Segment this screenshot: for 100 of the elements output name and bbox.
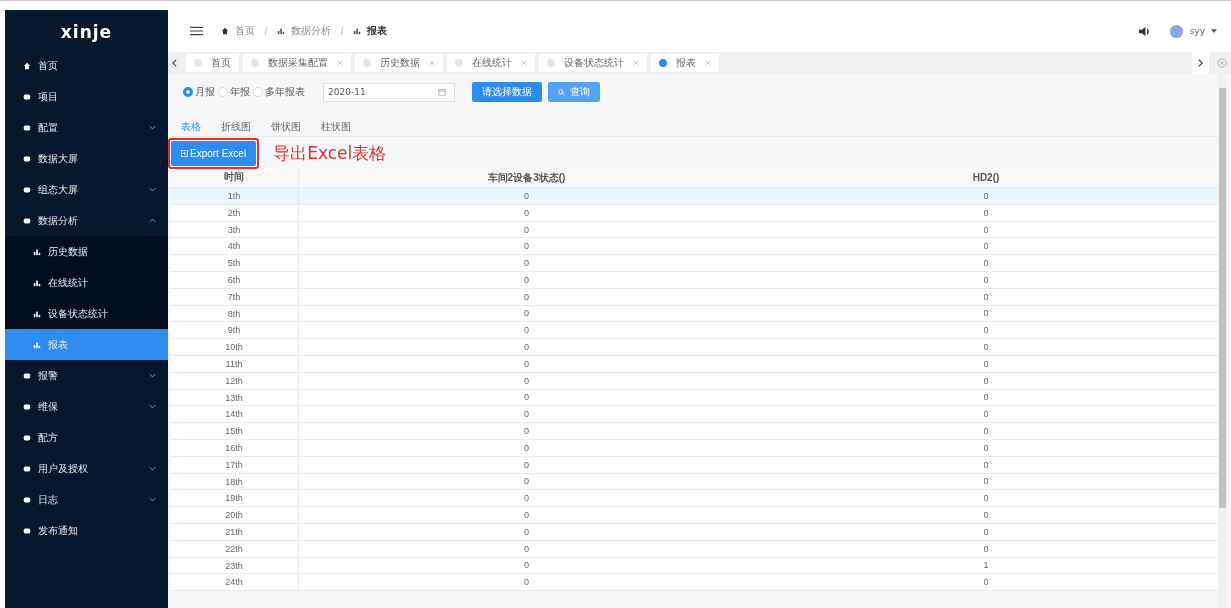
close-icon[interactable] [337,60,343,66]
page-tab[interactable]: 历史数据 [355,54,443,72]
close-icon[interactable] [705,60,711,66]
table-cell-text: 0 [523,559,530,573]
radio-option[interactable]: 月报 [183,85,215,99]
table-cell: 22th [170,540,299,557]
table-cell-text: 0 [523,290,530,304]
menu-item[interactable]: 配置 [5,112,168,143]
table-cell-text: 0 [982,341,990,355]
table-cell-text: 0 [523,391,530,405]
separator-icon [264,26,268,36]
table-cell-text: 1 [982,559,990,573]
column-header: 车间2设备3状态() [486,171,567,185]
table-cell-text: 0 [523,374,530,388]
column-header: HD2() [971,171,1001,185]
table-cell: 13th [170,389,299,406]
radio-option[interactable]: 多年报表 [253,85,305,99]
table-cell-text: 0 [982,290,990,304]
user-name[interactable]: syy [1189,26,1205,36]
close-icon[interactable] [633,60,639,66]
menu-item[interactable]: 发布通知 [5,515,168,546]
avatar-icon[interactable] [1168,23,1184,39]
annotation-text: 导出Excel表格 [273,141,387,165]
breadcrumb-item: 报表 [367,24,387,38]
table-cell-text: 0 [982,391,990,405]
table-cell: 11th [170,355,299,372]
page-tab[interactable]: 报表 [651,54,719,72]
speaker-icon[interactable] [1137,25,1151,37]
page-tab[interactable]: 数据采集配置 [243,54,351,72]
table-cell-text: 0 [523,307,530,321]
table-cell-text: 0 [523,492,530,506]
page-tab[interactable]: 设备状态统计 [539,54,647,72]
table-cell-text: 0 [523,458,530,472]
logo-text: xinje [60,21,113,44]
close-icon[interactable] [521,60,527,66]
menu-item[interactable]: 首页 [5,50,168,81]
page-tab[interactable]: 首页 [186,54,239,72]
table-cell: 8th [170,305,299,322]
table-cell-text: 0 [523,324,530,338]
home-icon [221,27,229,35]
table-cell-text: 0 [982,492,990,506]
table-cell-text: 0 [523,425,530,439]
scrollbar[interactable] [1218,74,1227,608]
table-cell-text: 0 [982,240,990,254]
radio-option[interactable]: 年报 [218,85,250,99]
table-cell: 1th [170,188,299,204]
separator-icon [340,26,344,36]
view-tab[interactable]: 饼状图 [271,120,301,136]
breadcrumb-item[interactable]: 首页 [235,24,255,38]
table-cell-text: 0 [523,357,530,371]
view-tab[interactable]: 折线图 [221,120,251,136]
close-icon[interactable] [429,60,435,66]
table-cell-text: 0 [523,341,530,355]
date-field[interactable]: 2020-11 [323,82,455,102]
table-cell: 15th [170,423,299,439]
menu-item[interactable]: 报警 [5,360,168,391]
table-cell: 10th [170,339,299,355]
table-cell: 12th [170,372,299,389]
menu-icon[interactable] [190,26,203,36]
menu-item[interactable]: 用户及授权 [5,453,168,484]
table-cell-text: 0 [982,307,990,321]
table-cell-text: 0 [982,509,990,523]
table-cell-text: 0 [523,257,530,271]
column-header: 时间 [170,169,299,187]
table-cell-text: 0 [982,458,990,472]
page-tab[interactable]: 在线统计 [447,54,535,72]
table-cell-text: 0 [523,189,530,203]
table-cell-text: 0 [982,475,990,489]
menu-item[interactable]: 数据分析 [5,205,168,236]
calendar-icon [438,88,446,96]
menu-item[interactable]: 组态大屏 [5,174,168,205]
menu-item[interactable]: 配方 [5,422,168,453]
breadcrumb-item[interactable]: 数据分析 [291,24,331,38]
menu-item[interactable]: 日志 [5,484,168,515]
table-cell-text: 0 [523,576,530,590]
table-cell: 4th [170,238,299,255]
view-tab[interactable]: 柱状图 [321,120,351,136]
menu-item[interactable]: 维保 [5,391,168,422]
menu-item[interactable]: 项目 [5,81,168,112]
table-cell: 19th [170,490,299,507]
table-cell-text: 0 [982,425,990,439]
table-cell-text: 0 [982,542,990,556]
table-cell-text: 0 [982,223,990,237]
scroll-right-icon[interactable] [1192,52,1209,74]
table-cell-text: 0 [523,475,530,489]
scroll-left-icon[interactable] [172,59,177,67]
submenu-item[interactable]: 在线统计 [5,267,168,298]
table-cell-text: 0 [982,324,990,338]
table-cell-text: 0 [523,509,530,523]
table-cell-text: 0 [982,441,990,455]
table-cell: 3th [170,221,299,238]
table-cell: 16th [170,439,299,456]
search-icon [558,88,565,96]
submenu-item[interactable]: 设备状态统计 [5,298,168,329]
table-cell-text: 0 [982,374,990,388]
table-cell-text: 0 [523,240,530,254]
submenu-item[interactable]: 历史数据 [5,236,168,267]
menu-item[interactable]: 数据大屏 [5,143,168,174]
table-cell-text: 0 [523,408,530,422]
table-cell-text: 0 [982,408,990,422]
